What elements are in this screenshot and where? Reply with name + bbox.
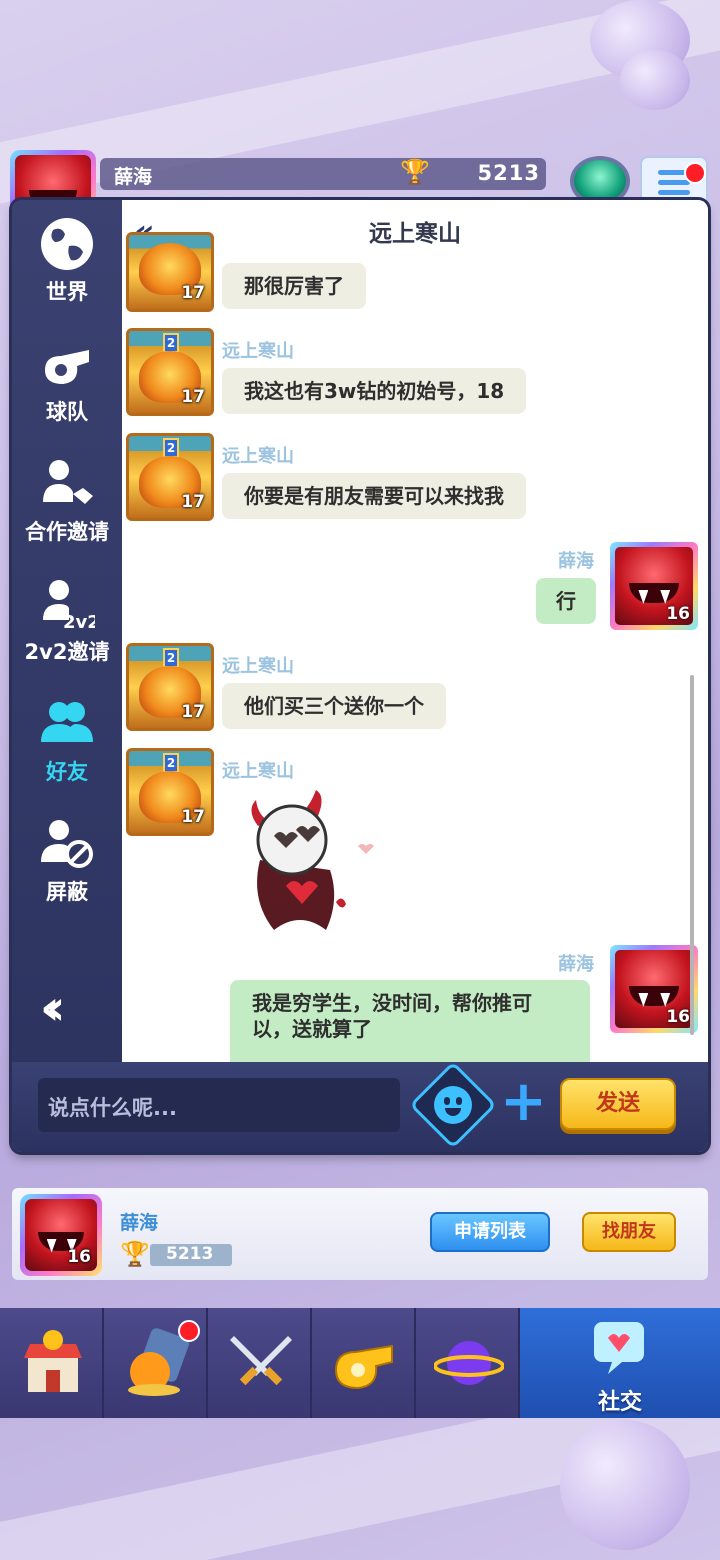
globe-icon — [41, 218, 93, 270]
sidebar-item-world[interactable]: 世界 — [12, 200, 122, 310]
sender-name: 远上寒山 — [222, 341, 294, 362]
whistle-icon — [45, 350, 89, 384]
sidebar-item-friends[interactable]: 好友 — [12, 680, 122, 790]
sender-name: 薛海 — [558, 551, 594, 572]
contact-avatar[interactable]: 2 17 — [126, 643, 214, 731]
nav-social-label: 社交 — [597, 1390, 642, 1415]
friend-score: 5213 — [166, 1244, 214, 1264]
friend-avatar[interactable]: 16 — [20, 1194, 102, 1276]
plus-icon[interactable]: + — [500, 1072, 547, 1132]
friend-name: 薛海 — [120, 1212, 159, 1234]
block-user-icon — [41, 820, 93, 868]
message-bubble-outgoing: 行 — [536, 578, 596, 624]
message-bubble-incoming: 那很厉害了 — [222, 263, 366, 309]
chat-sidebar: 世界 球队 合作邀请 2v2 2v2邀请 好友 屏蔽 ‹‹ — [12, 200, 122, 1062]
devil-skull-heart-sticker — [251, 790, 374, 930]
planet-icon — [434, 1341, 504, 1385]
emoji-face-icon[interactable] — [434, 1086, 472, 1124]
sidebar-item-label: 合作邀请 — [25, 520, 109, 544]
sidebar-item-label: 屏蔽 — [46, 880, 88, 904]
user-2v2-icon: 2v2 — [43, 580, 95, 632]
nav-team[interactable] — [312, 1308, 416, 1418]
nav-ball-cannon[interactable] — [104, 1308, 208, 1418]
shop-icon — [24, 1330, 82, 1392]
my-avatar[interactable]: 16 — [610, 945, 698, 1033]
contact-avatar[interactable]: 2 17 — [126, 748, 214, 836]
nav-battle[interactable] — [208, 1308, 312, 1418]
avatar-level: 17 — [181, 807, 205, 827]
chat-input-bar: 说点什么呢... + 发送 — [12, 1061, 708, 1152]
nav-social[interactable]: 社交 — [520, 1308, 720, 1418]
handshake-user-icon — [43, 460, 93, 504]
player-name-plate: 薛海 🏆 5213 — [100, 158, 546, 190]
chat-panel: 世界 球队 合作邀请 2v2 2v2邀请 好友 屏蔽 ‹‹ « 远上寒山 17 … — [12, 200, 708, 1152]
balloon-decoration — [620, 50, 690, 110]
notification-dot — [178, 1320, 200, 1342]
sender-name: 远上寒山 — [222, 761, 294, 782]
friends-icon — [41, 702, 93, 742]
sender-name: 薛海 — [558, 954, 594, 975]
send-button[interactable]: 发送 — [560, 1078, 676, 1130]
sidebar-item-label: 球队 — [46, 400, 88, 424]
friend-card: 16 薛海 🏆 5213 申请列表 找朋友 — [12, 1188, 708, 1280]
sidebar-item-coop-invite[interactable]: 合作邀请 — [12, 440, 122, 550]
message-bubble-incoming: 我这也有3w钻的初始号，18 — [222, 368, 527, 414]
sidebar-item-label: 世界 — [46, 280, 88, 304]
crossed-swords-icon — [230, 1336, 292, 1386]
my-avatar[interactable]: 16 — [610, 542, 698, 630]
message-bubble-incoming: 你要是有朋友需要可以来找我 — [222, 473, 526, 519]
whistle-icon — [334, 1344, 393, 1390]
chat-area: « 远上寒山 17 那很厉害了 2 17 远上寒山 我这也有3w钻的初始号，18… — [122, 200, 708, 1062]
sender-name: 远上寒山 — [222, 656, 294, 677]
trophy-icon: 🏆 — [400, 158, 430, 186]
balloon-decoration — [560, 1420, 690, 1550]
avatar-level: 17 — [181, 492, 205, 512]
avatar-level: 16 — [666, 604, 690, 624]
sender-name: 远上寒山 — [222, 446, 294, 467]
avatar-level: 17 — [181, 283, 205, 303]
notification-dot — [684, 162, 706, 184]
avatar-level: 16 — [666, 1007, 690, 1027]
avatar-level: 17 — [181, 387, 205, 407]
svg-text:2v2: 2v2 — [63, 612, 95, 632]
contact-avatar[interactable]: 2 17 — [126, 433, 214, 521]
find-friend-button[interactable]: 找朋友 — [582, 1212, 676, 1252]
bottom-navigation: 社交 — [0, 1308, 720, 1418]
sidebar-item-label: 2v2邀请 — [24, 640, 110, 664]
nav-shop[interactable] — [0, 1308, 104, 1418]
contact-avatar[interactable]: 17 — [126, 232, 214, 312]
sidebar-item-blocked[interactable]: 屏蔽 — [12, 800, 122, 910]
player-name: 薛海 — [114, 166, 153, 188]
sidebar-item-2v2-invite[interactable]: 2v2 2v2邀请 — [12, 560, 122, 670]
message-bubble-outgoing: 我是穷学生，没时间，帮你推可以，送就算了 — [230, 980, 590, 1062]
sidebar-item-team[interactable]: 球队 — [12, 320, 122, 430]
double-chevron-left-icon[interactable]: ‹‹ — [40, 980, 65, 1036]
chat-scrollbar[interactable] — [690, 675, 694, 1035]
avatar-level: 17 — [181, 702, 205, 722]
message-bubble-incoming: 他们买三个送你一个 — [222, 683, 446, 729]
gem-icon[interactable] — [570, 156, 630, 206]
player-trophy-score: 5213 — [477, 161, 540, 185]
trophy-icon: 🏆 — [120, 1240, 150, 1268]
chat-message-input[interactable]: 说点什么呢... — [38, 1078, 400, 1132]
social-chat-icon — [594, 1322, 644, 1374]
contact-avatar[interactable]: 2 17 — [126, 328, 214, 416]
apply-list-button[interactable]: 申请列表 — [430, 1212, 550, 1252]
nav-planet[interactable] — [416, 1308, 520, 1418]
avatar-level: 16 — [67, 1247, 91, 1267]
sidebar-item-label: 好友 — [46, 760, 88, 784]
